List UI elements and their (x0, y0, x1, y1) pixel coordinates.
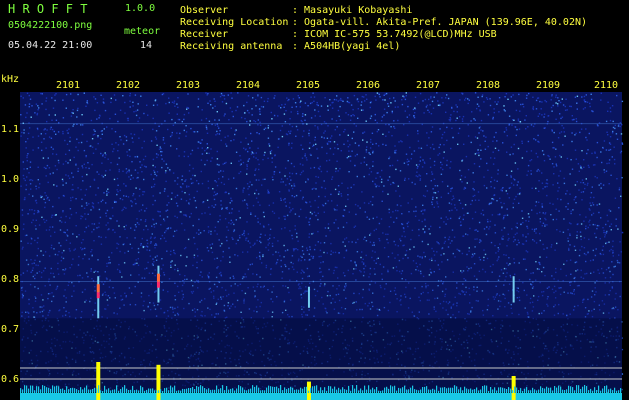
info-value-receiver: : ICOM IC-575 53.7492(@LCD)MHz USB (292, 29, 497, 40)
x-tick-label: 2101 (56, 80, 81, 91)
timestamp: 05.04.22 21:00 (8, 40, 93, 51)
app-name: H R O F F T (8, 2, 88, 16)
meteor-echo-core (156, 273, 160, 282)
x-tick-label: 2110 (594, 80, 619, 91)
info-key-antenna: Receiving antenna (180, 41, 283, 52)
level-baseline (20, 393, 622, 400)
x-tick-label: 2106 (356, 80, 381, 91)
meteor-echo-core (156, 281, 160, 288)
y-tick-label: 0.7 (1, 324, 20, 335)
info-value-observer: : Masayuki Kobayashi (292, 5, 413, 16)
info-value-antenna: : A504HB(yagi 4el) (292, 41, 401, 52)
y-tick-label: 0.9 (1, 224, 20, 235)
y-axis-unit: kHz (1, 74, 20, 85)
meteor-count: 14 (140, 40, 153, 51)
y-tick-label: 1.0 (1, 174, 20, 185)
info-value-location: : Ogata-vill. Akita-Pref. JAPAN (139.96E… (292, 17, 588, 28)
x-tick-label: 2108 (476, 80, 501, 91)
hrofft-window: H R O F F T 1.0.0 0504222100.png meteor … (0, 0, 629, 400)
app-version: 1.0.0 (125, 3, 156, 14)
meteor-echo-core (96, 284, 100, 293)
y-tick-label: 0.6 (1, 374, 20, 385)
level-peak (156, 364, 161, 400)
info-key-location: Receiving Location (180, 17, 289, 28)
meteor-echo-core (96, 292, 100, 299)
spectrogram-plot (20, 92, 624, 400)
x-tick-label: 2105 (296, 80, 321, 91)
file-name: 0504222100.png (8, 20, 93, 31)
x-tick-label: 2103 (176, 80, 201, 91)
x-tick-label: 2107 (416, 80, 441, 91)
y-tick-label: 1.1 (1, 124, 20, 135)
spectrum-low-band (20, 318, 622, 392)
info-key-receiver: Receiver (180, 29, 229, 40)
info-key-observer: Observer (180, 5, 229, 16)
meteor-label: meteor (124, 26, 161, 37)
x-tick-label: 2104 (236, 80, 261, 91)
level-peak (96, 362, 101, 400)
y-tick-label: 0.8 (1, 274, 20, 285)
x-tick-label: 2109 (536, 80, 561, 91)
x-tick-label: 2102 (116, 80, 141, 91)
